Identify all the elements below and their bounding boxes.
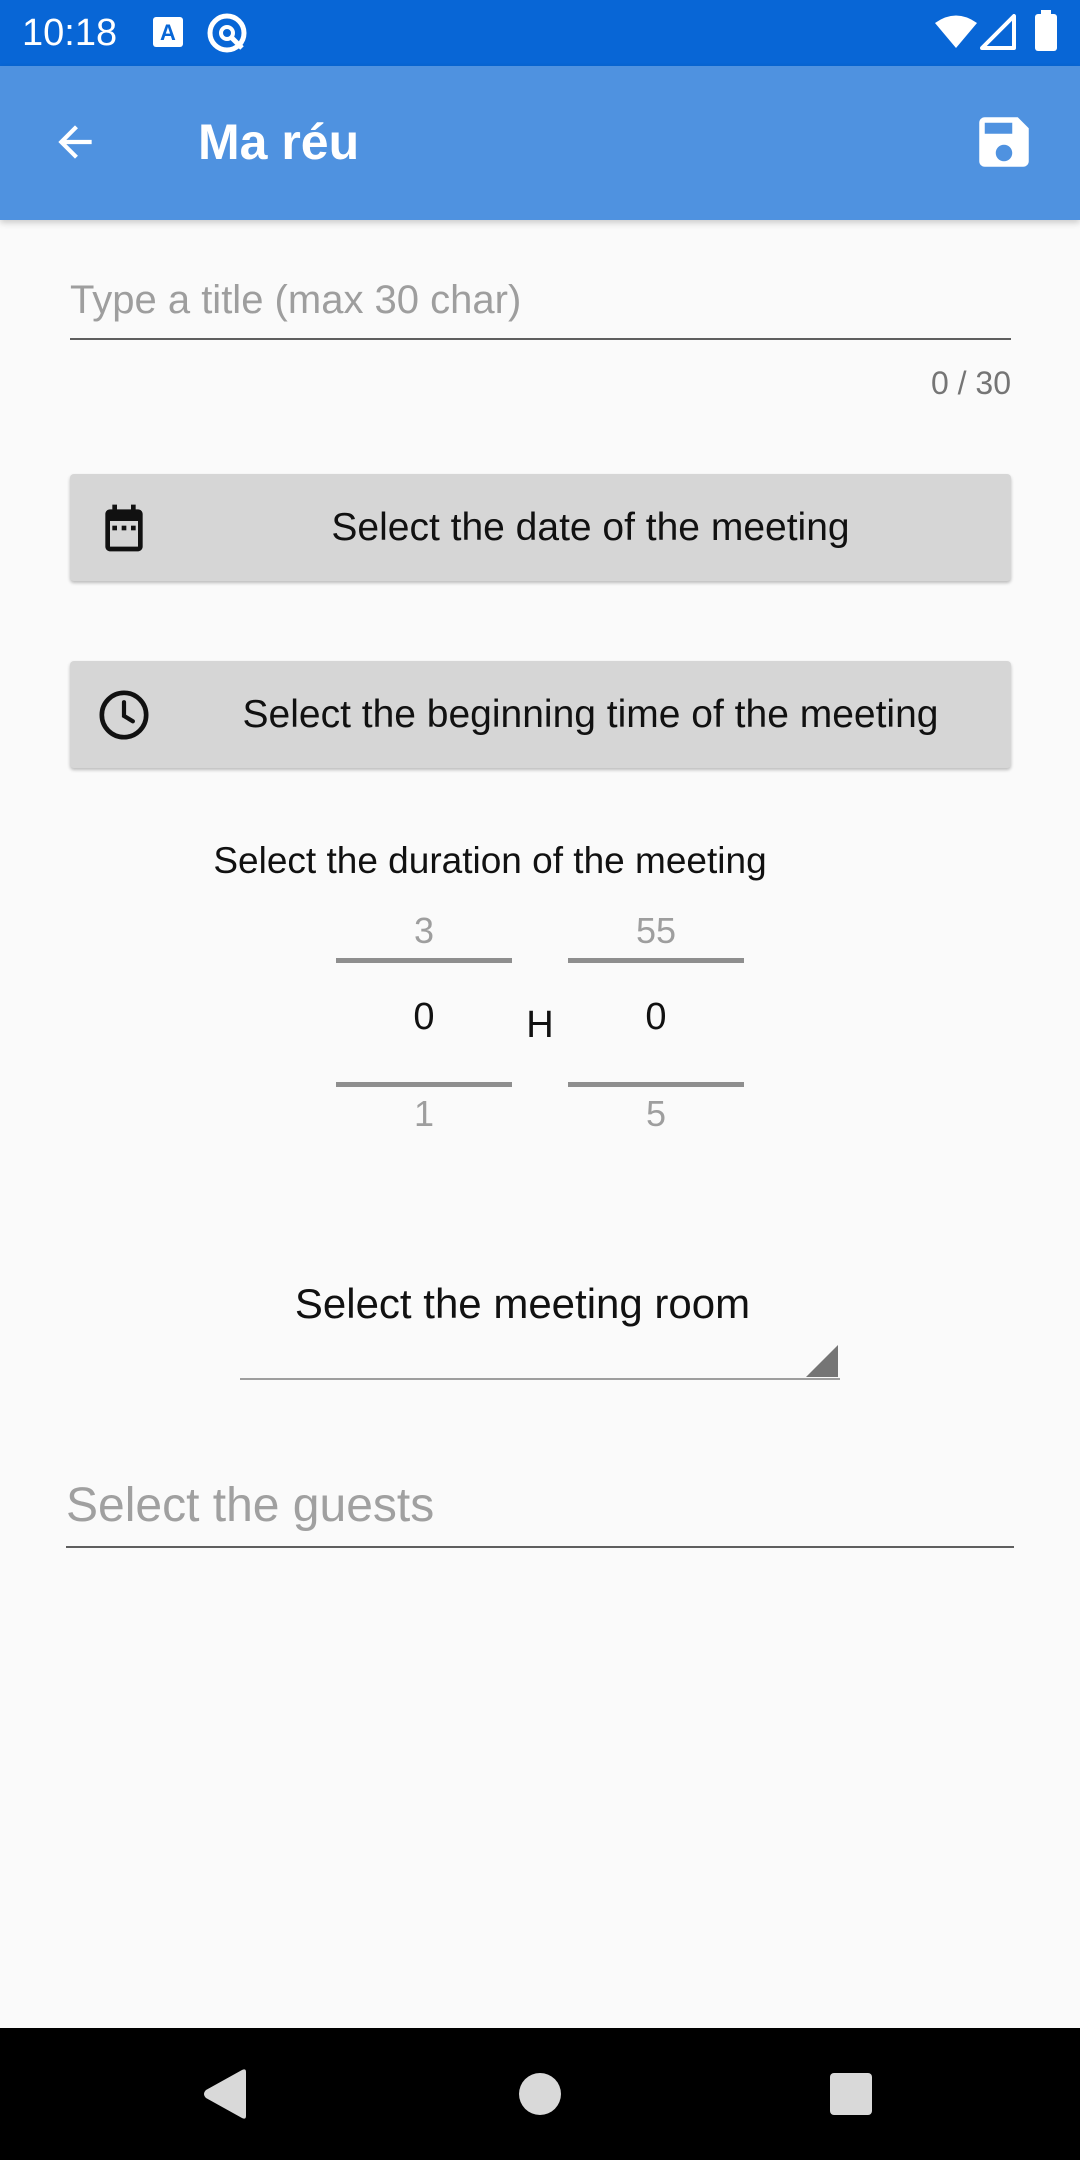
title-input[interactable] bbox=[70, 272, 1011, 340]
page-title: Ma réu bbox=[198, 114, 360, 170]
nav-recents-square-icon[interactable] bbox=[829, 2072, 873, 2121]
wifi-icon bbox=[934, 14, 978, 55]
hours-next-value[interactable]: 1 bbox=[336, 1093, 512, 1135]
nav-home-circle-icon[interactable] bbox=[518, 2072, 562, 2121]
minutes-current-value[interactable]: 0 bbox=[568, 996, 744, 1039]
select-date-label: Select the date of the meeting bbox=[331, 505, 850, 549]
minutes-picker[interactable]: 55 0 5 bbox=[568, 910, 744, 1140]
picker-divider bbox=[336, 958, 512, 963]
app-bar: Ma réu bbox=[0, 66, 1080, 220]
svg-text:A: A bbox=[160, 20, 176, 45]
save-button[interactable] bbox=[968, 108, 1040, 180]
meeting-room-label: Select the meeting room bbox=[294, 1280, 751, 1327]
meeting-room-spinner[interactable]: Select the meeting room bbox=[240, 1270, 840, 1382]
cell-signal-icon bbox=[980, 14, 1016, 55]
nav-back-triangle-icon[interactable] bbox=[200, 2068, 250, 2125]
select-time-button[interactable]: Select the beginning time of the meeting bbox=[70, 661, 1011, 768]
duration-label: Select the duration of the meeting bbox=[213, 840, 767, 881]
keyboard-a-icon: A bbox=[152, 16, 184, 53]
minutes-prev-value[interactable]: 55 bbox=[568, 910, 744, 952]
battery-icon bbox=[1034, 10, 1058, 57]
guests-input[interactable] bbox=[66, 1472, 1014, 1548]
clock-icon bbox=[96, 687, 152, 743]
spinner-underline bbox=[240, 1378, 840, 1380]
minutes-next-value[interactable]: 5 bbox=[568, 1093, 744, 1135]
at-sync-icon bbox=[206, 12, 248, 59]
hours-current-value[interactable]: 0 bbox=[336, 996, 512, 1039]
picker-divider bbox=[336, 1082, 512, 1087]
hours-prev-value[interactable]: 3 bbox=[336, 910, 512, 952]
calendar-icon bbox=[96, 500, 152, 556]
floppy-save-icon bbox=[971, 109, 1037, 180]
hours-picker[interactable]: 3 0 1 bbox=[336, 910, 512, 1140]
picker-divider bbox=[568, 958, 744, 963]
title-char-counter: 0 / 30 bbox=[930, 365, 1011, 401]
system-nav-bar bbox=[0, 2028, 1080, 2160]
dropdown-triangle-icon bbox=[806, 1345, 838, 1377]
hours-separator: H bbox=[526, 1004, 554, 1046]
arrow-back-icon bbox=[50, 117, 100, 172]
select-time-label: Select the beginning time of the meeting bbox=[242, 692, 939, 736]
back-button[interactable] bbox=[40, 109, 110, 179]
status-bar: 10:18 A bbox=[0, 0, 1080, 66]
picker-divider bbox=[568, 1082, 744, 1087]
status-time: 10:18 bbox=[22, 12, 118, 54]
select-date-button[interactable]: Select the date of the meeting bbox=[70, 474, 1011, 581]
